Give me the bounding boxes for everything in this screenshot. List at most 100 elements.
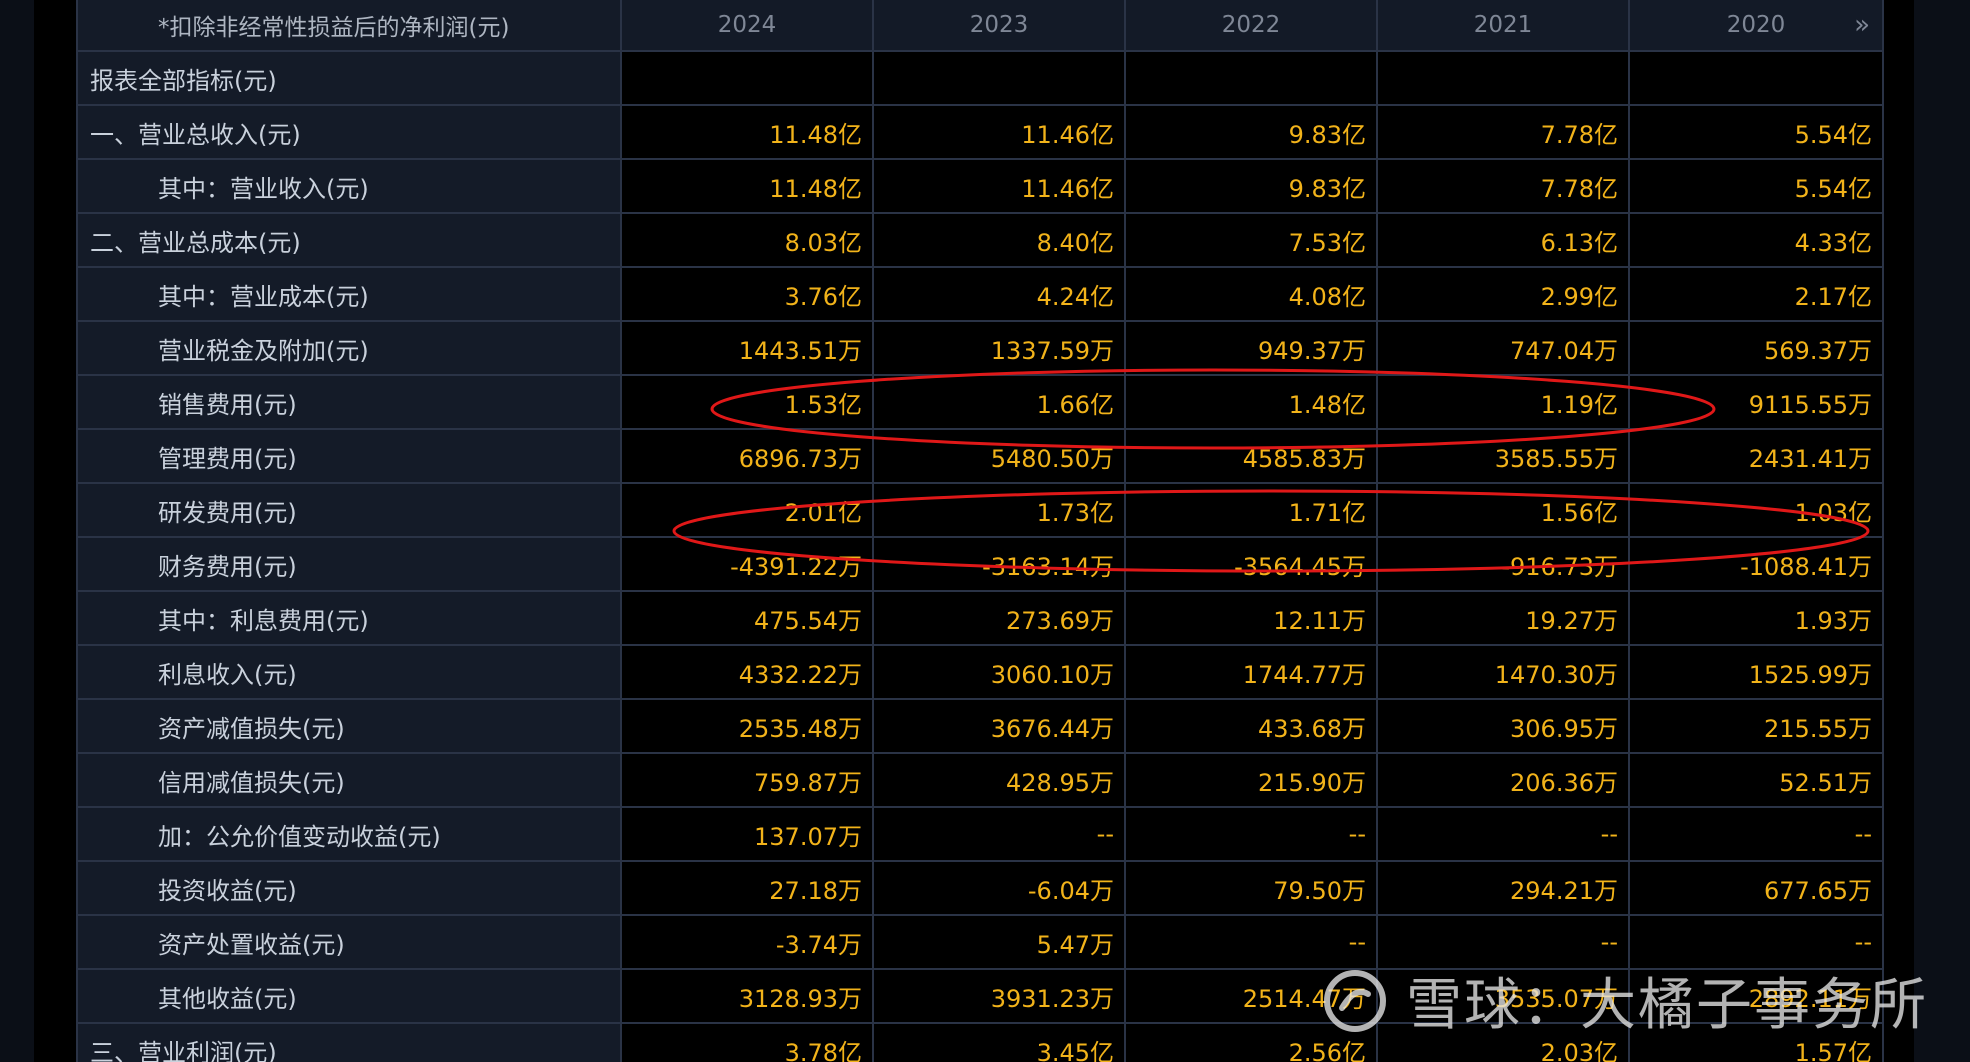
financial-table: *扣除非经常性损益后的净利润(元) 2024 2023 2022 2021 20… [76,0,1884,1062]
value-cell-2020: 5.54亿 [1794,174,1872,203]
table-row[interactable]: 二、营业总成本(元) 8.03亿 8.40亿 7.53亿 6.13亿 4.33亿 [78,214,1882,268]
value-cell-2024: 3.78亿 [622,1024,874,1062]
value-cell-2022: 1744.77万 [1126,646,1378,698]
value-cell-2024: 27.18万 [622,862,874,914]
value-cell-2022: 9.83亿 [1126,160,1378,212]
value-cell-2020: 215.55万 [1764,714,1872,743]
value-cell-2020: 52.51万 [1779,768,1872,797]
table-row[interactable]: 信用减值损失(元) 759.87万 428.95万 215.90万 206.36万 52.… [78,754,1882,808]
value-cell-2022: 949.37万 [1126,322,1378,374]
row-label: 信用减值损失(元) [78,754,622,806]
row-label: 二、营业总成本(元) [78,214,622,266]
value-cell-2024: 475.54万 [622,592,874,644]
value-cell-2022: 7.53亿 [1126,214,1378,266]
value-cell-2022: 215.90万 [1126,754,1378,806]
table-row[interactable]: 报表全部指标(元) [78,52,1882,106]
row-label: 营业税金及附加(元) [78,322,622,374]
value-cell-2022: -3564.45万 [1126,538,1378,590]
row-label: 研发费用(元) [78,484,622,536]
value-cell-2021: 294.21万 [1378,862,1630,914]
value-cell-2020: 1.93万 [1794,606,1872,635]
table-row[interactable]: 管理费用(元) 6896.73万 5480.50万 4585.83万 3585.55万 2… [78,430,1882,484]
value-cell-2022: 79.50万 [1126,862,1378,914]
value-cell-2024 [622,52,874,104]
value-cell-2022 [1126,52,1378,104]
value-cell-2022: 9.83亿 [1126,106,1378,158]
table-row[interactable]: 财务费用(元) -4391.22万 -3163.14万 -3564.45万 -916.7… [78,538,1882,592]
screenshot-stage: *扣除非经常性损益后的净利润(元) 2024 2023 2022 2021 20… [0,0,1970,1062]
row-label: 利息收入(元) [78,646,622,698]
value-cell-2021: 1.19亿 [1378,376,1630,428]
value-cell-2023: 3931.23万 [874,970,1126,1022]
value-cell-2023: 273.69万 [874,592,1126,644]
value-cell-2023: 1337.59万 [874,322,1126,374]
table-row[interactable]: 投资收益(元) 27.18万 -6.04万 79.50万 294.21万 677.65万 [78,862,1882,916]
left-margin [0,0,34,1062]
row-label: 加：公允价值变动收益(元) [78,808,622,860]
table-row[interactable]: 利息收入(元) 4332.22万 3060.10万 1744.77万 1470.30万 1… [78,646,1882,700]
row-label: 一、营业总收入(元) [78,106,622,158]
row-label: 其中：营业成本(元) [78,268,622,320]
value-cell-2020 [1630,52,1882,104]
value-cell-2021: 7.78亿 [1378,106,1630,158]
table-row[interactable]: 资产减值损失(元) 2535.48万 3676.44万 433.68万 306.95万 2… [78,700,1882,754]
value-cell-2023: 11.46亿 [874,160,1126,212]
value-cell-2020: 5.54亿 [1794,120,1872,149]
value-cell-2024: 1443.51万 [622,322,874,374]
table-row[interactable]: 加：公允价值变动收益(元) 137.07万 -- -- -- -- [78,808,1882,862]
row-label: 管理费用(元) [78,430,622,482]
value-cell-2022: 1.48亿 [1126,376,1378,428]
value-cell-2020: 4.33亿 [1794,228,1872,257]
table-row[interactable]: 营业税金及附加(元) 1443.51万 1337.59万 949.37万 747.04万… [78,322,1882,376]
value-cell-2023: 5.47万 [874,916,1126,968]
value-cell-2020: 1525.99万 [1748,660,1872,689]
value-cell-2021 [1378,52,1630,104]
row-label: 资产减值损失(元) [78,700,622,752]
value-cell-2024: -3.74万 [622,916,874,968]
value-cell-2022: 4585.83万 [1126,430,1378,482]
table-row[interactable]: 其中：营业成本(元) 3.76亿 4.24亿 4.08亿 2.99亿 2.17亿 [78,268,1882,322]
table-header-row: *扣除非经常性损益后的净利润(元) 2024 2023 2022 2021 20… [78,0,1882,52]
table-row[interactable]: 其中：营业收入(元) 11.48亿 11.46亿 9.83亿 7.78亿 5.54亿 [78,160,1882,214]
value-cell-2024: 1.53亿 [622,376,874,428]
value-cell-2020: 569.37万 [1764,336,1872,365]
header-year-2022[interactable]: 2022 [1126,0,1378,50]
row-label: 三、营业利润(元) [78,1024,622,1062]
watermark: 雪球：大橘子事务所 [1322,960,1928,1041]
table-row[interactable]: 其中：利息费用(元) 475.54万 273.69万 12.11万 19.27万 1.93… [78,592,1882,646]
header-year-2021[interactable]: 2021 [1378,0,1630,50]
value-cell-2023: 1.73亿 [874,484,1126,536]
header-metric-label[interactable]: *扣除非经常性损益后的净利润(元) [78,0,622,50]
value-cell-2023: 8.40亿 [874,214,1126,266]
value-cell-2021: -916.73万 [1378,538,1630,590]
header-year-2023[interactable]: 2023 [874,0,1126,50]
value-cell-2023: -3163.14万 [874,538,1126,590]
value-cell-2023: -6.04万 [874,862,1126,914]
header-year-2020-label: 2020 [1726,12,1786,38]
value-cell-2022: 12.11万 [1126,592,1378,644]
row-label: 财务费用(元) [78,538,622,590]
row-label: 其他收益(元) [78,970,622,1022]
value-cell-2022: 433.68万 [1126,700,1378,752]
value-cell-2021: -- [1378,808,1630,860]
value-cell-2024: 3.76亿 [622,268,874,320]
table-row[interactable]: 销售费用(元) 1.53亿 1.66亿 1.48亿 1.19亿 9115.55万 [78,376,1882,430]
double-chevron-right-icon[interactable]: » [1854,12,1870,38]
value-cell-2024: 11.48亿 [622,160,874,212]
value-cell-2023: 1.66亿 [874,376,1126,428]
value-cell-2023: 4.24亿 [874,268,1126,320]
table-body: 报表全部指标(元) 一、营业总收入(元) 11.48亿 11.46亿 9.83亿 7.78… [78,52,1882,1062]
value-cell-2020: 9115.55万 [1748,390,1872,419]
value-cell-2023: 5480.50万 [874,430,1126,482]
header-year-2024[interactable]: 2024 [622,0,874,50]
row-label: 资产处置收益(元) [78,916,622,968]
row-label: 其中：营业收入(元) [78,160,622,212]
header-year-2020[interactable]: 2020 » [1630,0,1882,50]
value-cell-2022: -- [1126,808,1378,860]
value-cell-2021: 6.13亿 [1378,214,1630,266]
value-cell-2021: 19.27万 [1378,592,1630,644]
value-cell-2024: 137.07万 [622,808,874,860]
table-row[interactable]: 研发费用(元) 2.01亿 1.73亿 1.71亿 1.56亿 1.03亿 [78,484,1882,538]
table-row[interactable]: 一、营业总收入(元) 11.48亿 11.46亿 9.83亿 7.78亿 5.54亿 [78,106,1882,160]
value-cell-2021: 2.99亿 [1378,268,1630,320]
